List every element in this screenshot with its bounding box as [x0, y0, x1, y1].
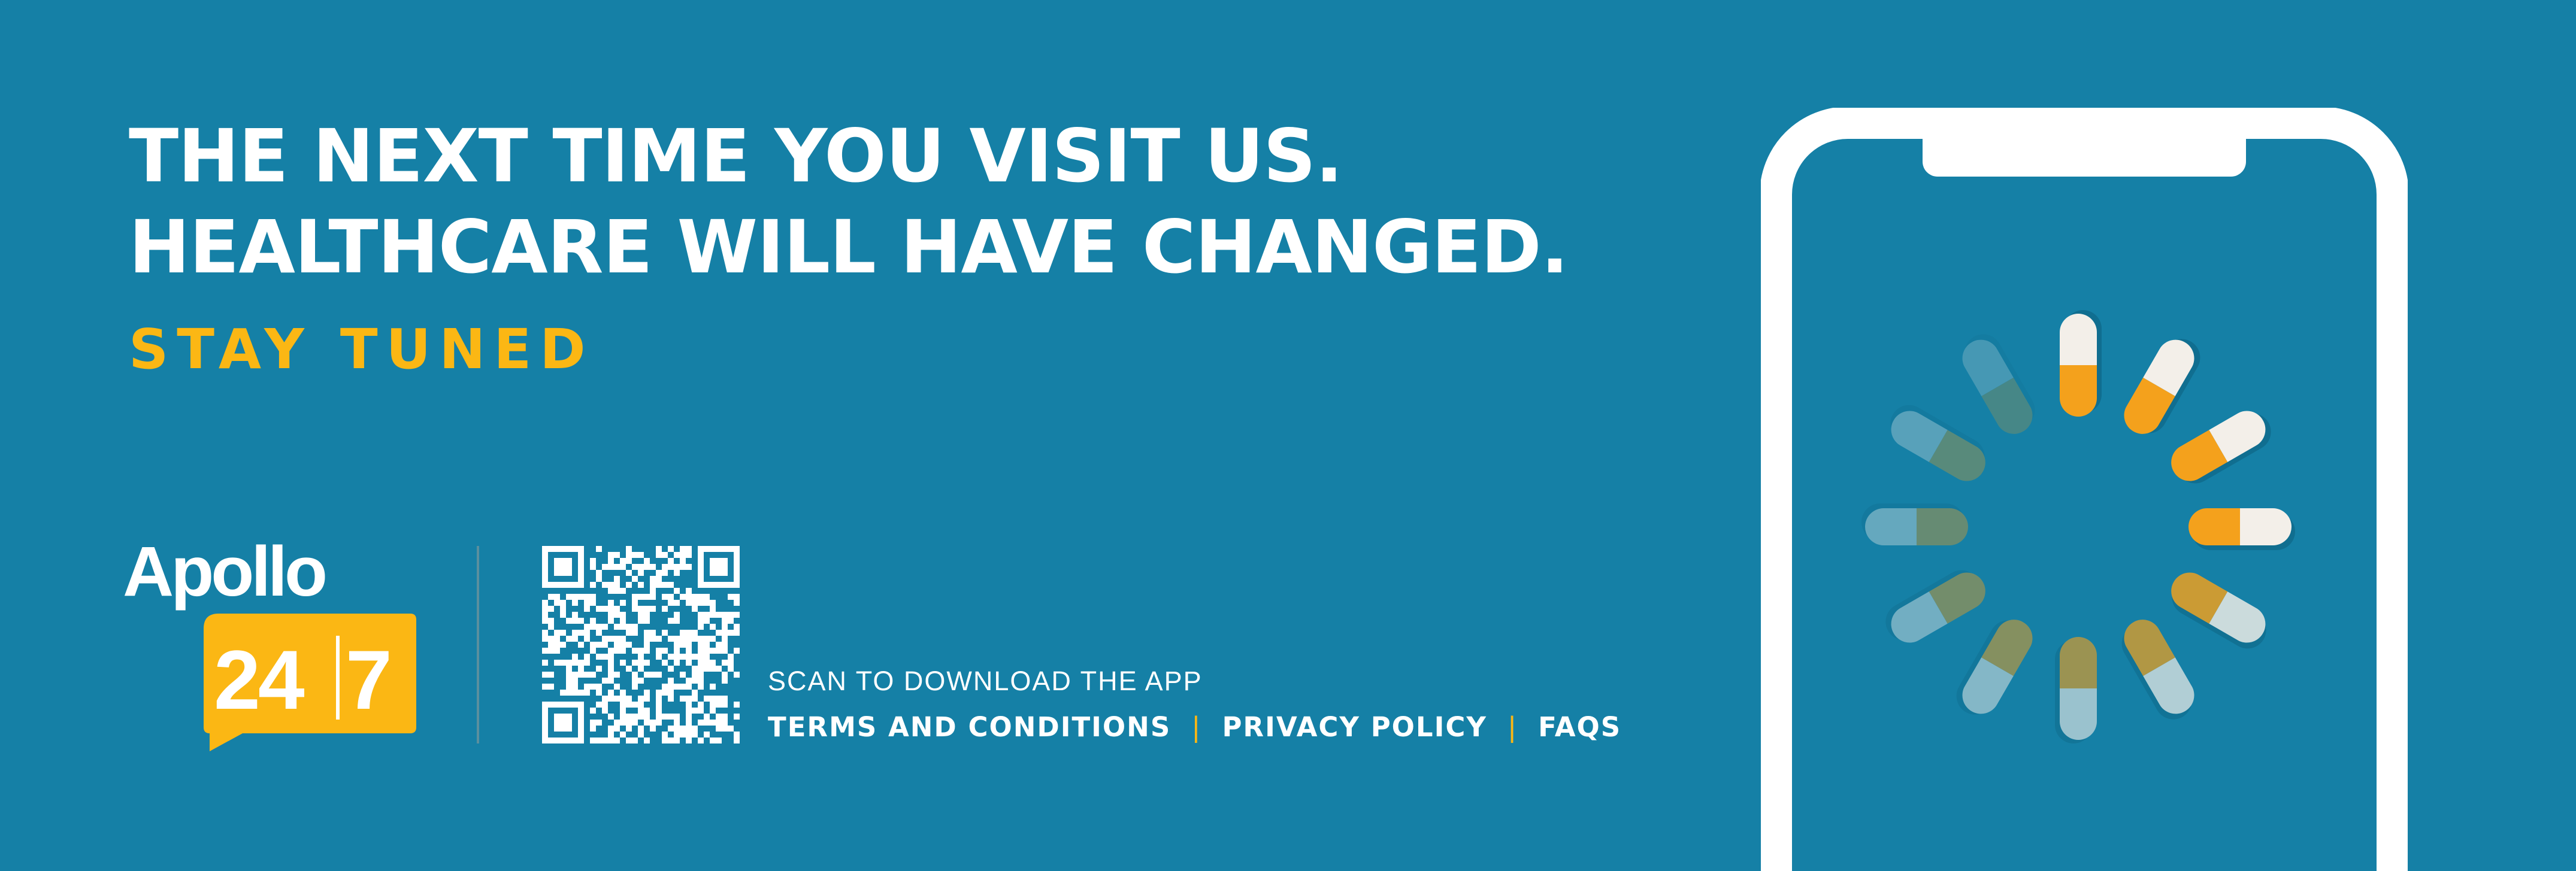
- privacy-policy-link[interactable]: PRIVACY POLICY: [1222, 711, 1487, 743]
- capsule-loading-spinner-icon: [1861, 310, 2295, 743]
- vertical-divider: [477, 546, 479, 743]
- capsule-pill-icon: [1956, 333, 2039, 441]
- capsule-pill-icon: [2188, 508, 2295, 550]
- footer-links: TERMS AND CONDITIONS | PRIVACY POLICY | FAQS: [768, 711, 1621, 743]
- capsule-pill-icon: [2117, 612, 2201, 721]
- capsule-pill-icon: [1884, 566, 1993, 650]
- link-separator: |: [1191, 711, 1202, 743]
- capsule-pill-icon: [1861, 503, 1968, 545]
- tagline: STAY TUNED: [129, 317, 594, 381]
- headline: THE NEXT TIME YOU VISIT US. HEALTHCARE W…: [129, 111, 1569, 293]
- promo-banner: THE NEXT TIME YOU VISIT US. HEALTHCARE W…: [0, 0, 2576, 871]
- phone-frame: [1761, 108, 2408, 871]
- headline-line-1: THE NEXT TIME YOU VISIT US.: [129, 114, 1343, 199]
- capsule-pill-icon: [2060, 310, 2102, 417]
- faqs-link[interactable]: FAQS: [1538, 711, 1621, 743]
- logo-badge-number-7: 7: [346, 633, 392, 727]
- apollo-247-logo: Apollo 24 7: [123, 533, 416, 751]
- headline-line-2: HEALTHCARE WILL HAVE CHANGED.: [129, 205, 1569, 290]
- capsule-pill-icon: [2164, 566, 2272, 650]
- logo-wordmark: Apollo: [123, 533, 325, 611]
- qr-code-icon[interactable]: [542, 546, 740, 743]
- capsule-pill-icon: [2164, 404, 2272, 488]
- smartphone-icon: [1761, 108, 2408, 871]
- link-separator: |: [1507, 711, 1518, 743]
- capsule-pill-icon: [1884, 404, 1993, 488]
- logo-badge-divider: [336, 636, 340, 720]
- terms-and-conditions-link[interactable]: TERMS AND CONDITIONS: [768, 711, 1171, 743]
- capsule-pill-icon: [1956, 612, 2039, 721]
- phone-notch: [1923, 123, 2246, 177]
- scan-to-download-text: SCAN TO DOWNLOAD THE APP: [768, 666, 1203, 696]
- logo-badge-number-24: 24: [214, 633, 305, 727]
- capsule-pill-icon: [2117, 333, 2201, 441]
- capsule-pill-icon: [2055, 637, 2097, 743]
